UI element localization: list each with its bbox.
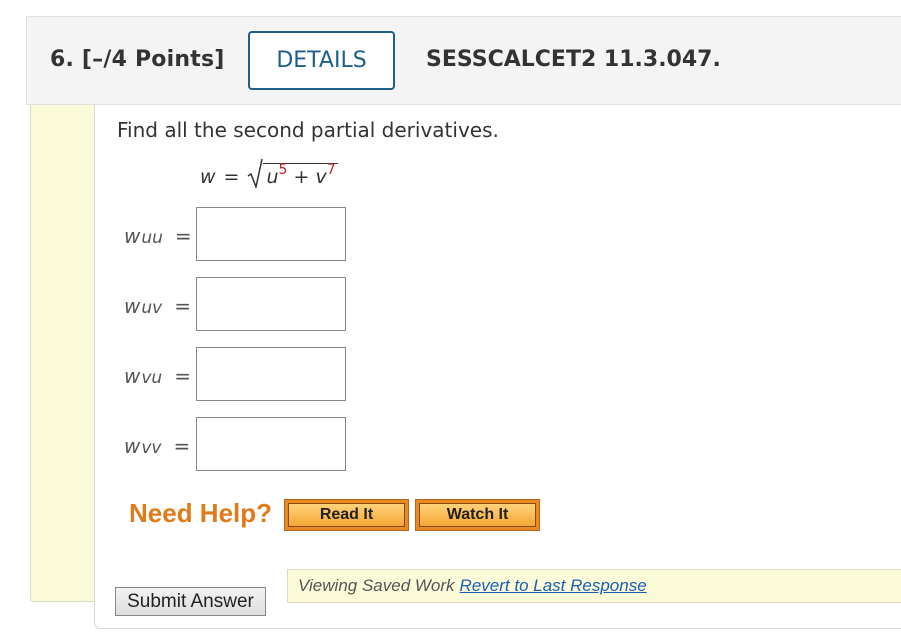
label-subscript: vv xyxy=(141,438,162,458)
question-number: 6. [–/4 Points] xyxy=(50,47,225,72)
watch-it-button[interactable]: Watch It xyxy=(415,499,540,531)
equation-equals: = xyxy=(223,166,240,188)
label-subscript: uu xyxy=(141,228,163,248)
saved-work-text: Viewing Saved Work xyxy=(298,576,455,595)
label-var: w xyxy=(124,434,141,458)
label-wuu: w uu = xyxy=(124,224,192,248)
exponent-v: 7 xyxy=(326,162,336,178)
submit-answer-button[interactable]: Submit Answer xyxy=(115,587,266,616)
watch-it-label: Watch It xyxy=(419,503,536,527)
radicand: u5 + v7 xyxy=(263,162,338,188)
answer-input-wvv[interactable] xyxy=(196,417,346,471)
question-code: SESSCALCET2 11.3.047. xyxy=(426,47,721,72)
label-subscript: vu xyxy=(141,368,163,388)
exponent-u: 5 xyxy=(278,162,288,178)
saved-work-bar: Viewing Saved Work Revert to Last Respon… xyxy=(287,569,901,603)
read-it-button[interactable]: Read It xyxy=(284,499,409,531)
label-var: w xyxy=(124,224,141,248)
label-wvu: w vu = xyxy=(124,364,191,388)
label-equals: = xyxy=(174,294,191,318)
base-v: v xyxy=(315,166,327,188)
label-var: w xyxy=(124,364,141,388)
label-wuv: w uv = xyxy=(124,294,191,318)
answer-input-wvu[interactable] xyxy=(196,347,346,401)
revert-link[interactable]: Revert to Last Response xyxy=(460,576,647,596)
details-button[interactable]: DETAILS xyxy=(248,31,395,90)
read-it-label: Read It xyxy=(288,503,405,527)
label-var: w xyxy=(124,294,141,318)
given-equation: w = u5 + v7 xyxy=(200,156,338,188)
plus-sign: + xyxy=(293,166,310,188)
need-help-label: Need Help? xyxy=(129,498,273,528)
radical-sign-icon xyxy=(248,158,264,188)
label-equals: = xyxy=(174,224,192,248)
base-u: u xyxy=(266,166,279,188)
label-subscript: uv xyxy=(141,298,163,318)
equation-lhs: w xyxy=(200,166,216,188)
answer-input-wuu[interactable] xyxy=(196,207,346,261)
label-equals: = xyxy=(173,434,191,458)
label-equals: = xyxy=(174,364,191,388)
square-root: u5 + v7 xyxy=(247,158,338,188)
label-wvv: w vv = xyxy=(124,434,190,458)
question-prompt: Find all the second partial derivatives. xyxy=(117,118,499,142)
answer-input-wuv[interactable] xyxy=(196,277,346,331)
